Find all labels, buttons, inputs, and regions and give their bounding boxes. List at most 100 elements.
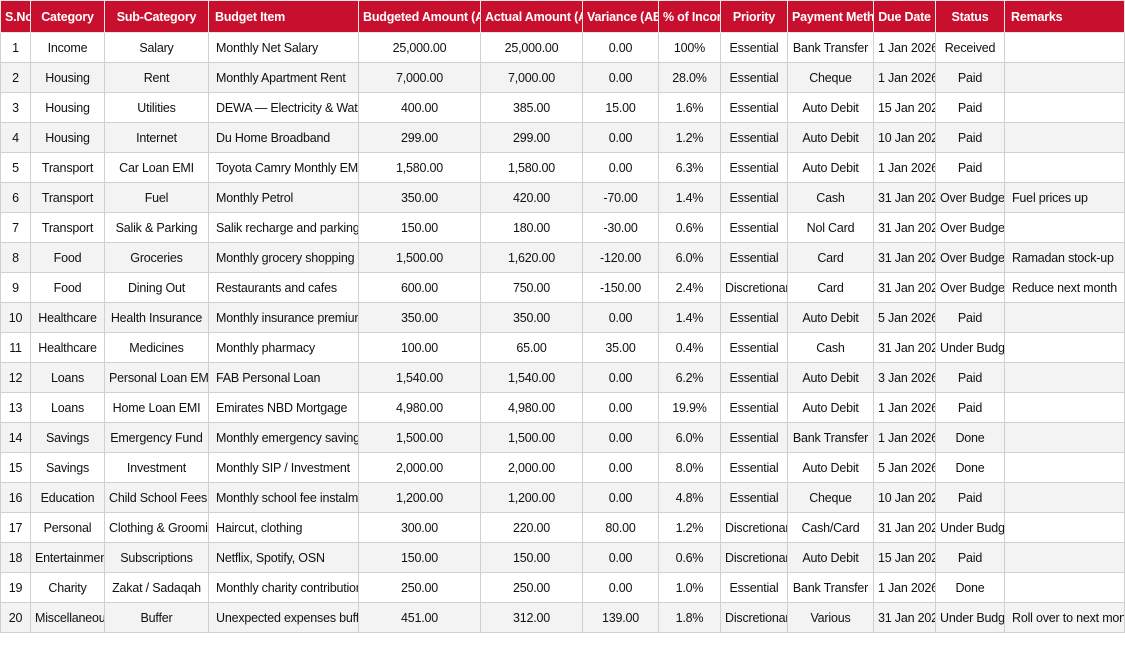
cell-status[interactable]: Over Budget (935, 182, 1005, 213)
cell-actual-amount[interactable]: 7,000.00 (480, 62, 583, 93)
cell-status[interactable]: Paid (935, 122, 1005, 153)
cell-due-date[interactable]: 3 Jan 2026 (873, 362, 936, 393)
cell-remarks[interactable]: Roll over to next month (1004, 602, 1125, 633)
cell-sno[interactable]: 15 (0, 452, 31, 483)
header-percent-income[interactable]: % of Income (658, 0, 721, 33)
cell-budgeted-amount[interactable]: 2,000.00 (358, 452, 481, 483)
cell-due-date[interactable]: 1 Jan 2026 (873, 572, 936, 603)
cell-status[interactable]: Under Budget (935, 512, 1005, 543)
cell-category[interactable]: Entertainment (30, 542, 105, 573)
cell-due-date[interactable]: 31 Jan 2026 (873, 332, 936, 363)
cell-category[interactable]: Transport (30, 182, 105, 213)
cell-percent-income[interactable]: 19.9% (658, 392, 721, 423)
cell-budgeted-amount[interactable]: 150.00 (358, 542, 481, 573)
cell-due-date[interactable]: 31 Jan 2026 (873, 212, 936, 243)
cell-variance[interactable]: 0.00 (582, 452, 659, 483)
cell-priority[interactable]: Essential (720, 152, 788, 183)
cell-due-date[interactable]: 15 Jan 2026 (873, 542, 936, 573)
cell-budgeted-amount[interactable]: 600.00 (358, 272, 481, 303)
cell-priority[interactable]: Essential (720, 332, 788, 363)
cell-budget-item[interactable]: Monthly Net Salary (208, 32, 359, 63)
cell-payment-method[interactable]: Various (787, 602, 874, 633)
cell-remarks[interactable] (1004, 572, 1125, 603)
cell-category[interactable]: Loans (30, 392, 105, 423)
cell-budgeted-amount[interactable]: 25,000.00 (358, 32, 481, 63)
cell-payment-method[interactable]: Bank Transfer (787, 422, 874, 453)
cell-due-date[interactable]: 1 Jan 2026 (873, 422, 936, 453)
cell-percent-income[interactable]: 1.2% (658, 122, 721, 153)
cell-variance[interactable]: -150.00 (582, 272, 659, 303)
cell-status[interactable]: Paid (935, 392, 1005, 423)
cell-subcategory[interactable]: Medicines (104, 332, 209, 363)
cell-variance[interactable]: 35.00 (582, 332, 659, 363)
cell-category[interactable]: Transport (30, 212, 105, 243)
cell-remarks[interactable] (1004, 512, 1125, 543)
cell-actual-amount[interactable]: 150.00 (480, 542, 583, 573)
cell-actual-amount[interactable]: 4,980.00 (480, 392, 583, 423)
cell-payment-method[interactable]: Auto Debit (787, 362, 874, 393)
cell-remarks[interactable] (1004, 212, 1125, 243)
header-due-date[interactable]: Due Date (873, 0, 936, 33)
cell-actual-amount[interactable]: 350.00 (480, 302, 583, 333)
cell-due-date[interactable]: 1 Jan 2026 (873, 152, 936, 183)
cell-subcategory[interactable]: Dining Out (104, 272, 209, 303)
header-status[interactable]: Status (935, 0, 1005, 33)
cell-sno[interactable]: 13 (0, 392, 31, 423)
cell-percent-income[interactable]: 4.8% (658, 482, 721, 513)
cell-budgeted-amount[interactable]: 1,500.00 (358, 422, 481, 453)
header-budgeted-amount[interactable]: Budgeted Amount (AED) (358, 0, 481, 33)
cell-remarks[interactable] (1004, 362, 1125, 393)
cell-sno[interactable]: 11 (0, 332, 31, 363)
cell-sno[interactable]: 14 (0, 422, 31, 453)
cell-budget-item[interactable]: Monthly pharmacy (208, 332, 359, 363)
cell-sno[interactable]: 6 (0, 182, 31, 213)
cell-budget-item[interactable]: Monthly Apartment Rent (208, 62, 359, 93)
cell-subcategory[interactable]: Clothing & Grooming (104, 512, 209, 543)
cell-status[interactable]: Over Budget (935, 272, 1005, 303)
cell-payment-method[interactable]: Card (787, 242, 874, 273)
cell-budgeted-amount[interactable]: 1,580.00 (358, 152, 481, 183)
cell-actual-amount[interactable]: 25,000.00 (480, 32, 583, 63)
cell-priority[interactable]: Essential (720, 362, 788, 393)
cell-actual-amount[interactable]: 299.00 (480, 122, 583, 153)
cell-sno[interactable]: 17 (0, 512, 31, 543)
cell-variance[interactable]: 0.00 (582, 572, 659, 603)
cell-budget-item[interactable]: Monthly Petrol (208, 182, 359, 213)
cell-variance[interactable]: 80.00 (582, 512, 659, 543)
cell-sno[interactable]: 19 (0, 572, 31, 603)
cell-due-date[interactable]: 31 Jan 2026 (873, 512, 936, 543)
cell-budgeted-amount[interactable]: 150.00 (358, 212, 481, 243)
cell-payment-method[interactable]: Card (787, 272, 874, 303)
cell-budget-item[interactable]: Unexpected expenses buffer (208, 602, 359, 633)
cell-budget-item[interactable]: Haircut, clothing (208, 512, 359, 543)
cell-status[interactable]: Under Budget (935, 602, 1005, 633)
cell-budgeted-amount[interactable]: 350.00 (358, 302, 481, 333)
cell-budget-item[interactable]: Netflix, Spotify, OSN (208, 542, 359, 573)
cell-payment-method[interactable]: Auto Debit (787, 452, 874, 483)
cell-budgeted-amount[interactable]: 1,540.00 (358, 362, 481, 393)
cell-remarks[interactable] (1004, 542, 1125, 573)
cell-priority[interactable]: Essential (720, 122, 788, 153)
cell-budget-item[interactable]: Monthly grocery shopping (208, 242, 359, 273)
cell-subcategory[interactable]: Utilities (104, 92, 209, 123)
cell-status[interactable]: Paid (935, 542, 1005, 573)
cell-percent-income[interactable]: 100% (658, 32, 721, 63)
cell-actual-amount[interactable]: 385.00 (480, 92, 583, 123)
cell-remarks[interactable] (1004, 32, 1125, 63)
cell-priority[interactable]: Essential (720, 32, 788, 63)
cell-status[interactable]: Paid (935, 302, 1005, 333)
cell-budget-item[interactable]: Monthly emergency savings (208, 422, 359, 453)
cell-subcategory[interactable]: Investment (104, 452, 209, 483)
cell-variance[interactable]: -30.00 (582, 212, 659, 243)
cell-sno[interactable]: 18 (0, 542, 31, 573)
cell-payment-method[interactable]: Auto Debit (787, 392, 874, 423)
cell-remarks[interactable] (1004, 452, 1125, 483)
cell-subcategory[interactable]: Salary (104, 32, 209, 63)
cell-status[interactable]: Over Budget (935, 212, 1005, 243)
cell-percent-income[interactable]: 1.4% (658, 302, 721, 333)
cell-remarks[interactable] (1004, 122, 1125, 153)
cell-payment-method[interactable]: Auto Debit (787, 92, 874, 123)
cell-remarks[interactable] (1004, 482, 1125, 513)
cell-payment-method[interactable]: Cash/Card (787, 512, 874, 543)
cell-remarks[interactable]: Fuel prices up (1004, 182, 1125, 213)
